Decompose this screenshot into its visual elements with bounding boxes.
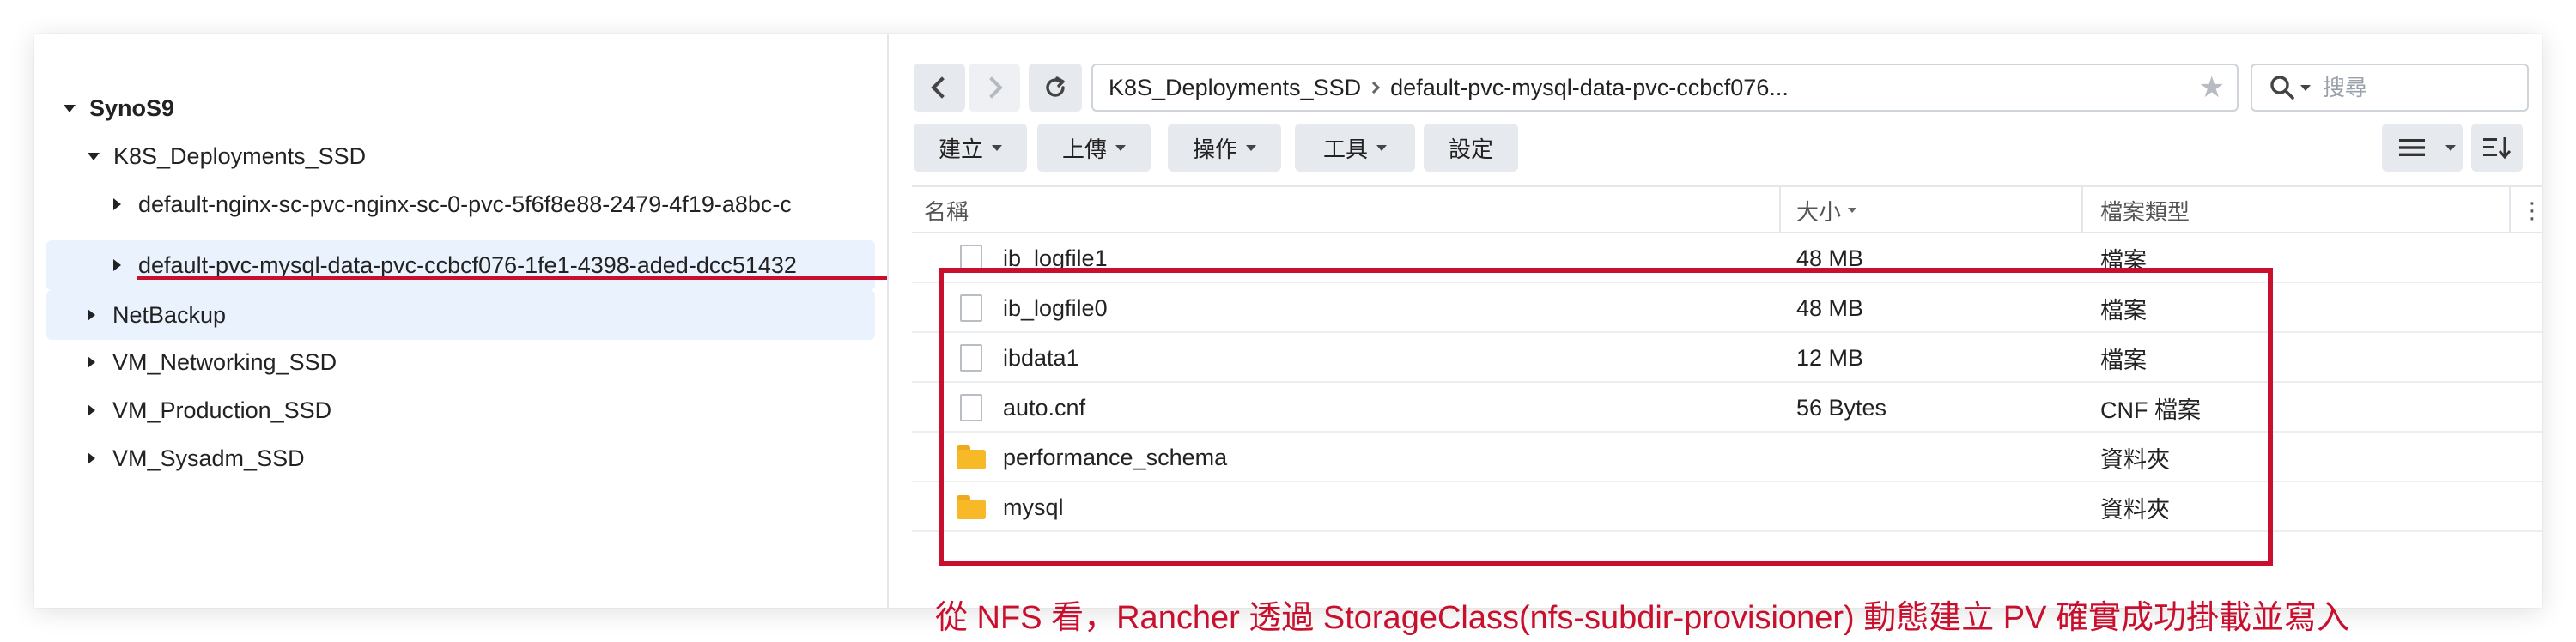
search-input[interactable] bbox=[2323, 74, 2512, 101]
sort-desc-icon bbox=[1848, 208, 1857, 213]
caret-right-icon[interactable] bbox=[88, 356, 95, 368]
tree-item-netbackup[interactable]: NetBackup bbox=[46, 290, 875, 340]
column-header-type[interactable]: 檔案類型 bbox=[2100, 187, 2478, 233]
view-dropdown-icon[interactable] bbox=[2445, 144, 2456, 151]
column-divider[interactable] bbox=[2509, 187, 2511, 233]
chevron-left-icon bbox=[931, 76, 953, 99]
back-button[interactable] bbox=[914, 64, 965, 112]
caret-right-icon[interactable] bbox=[88, 404, 95, 416]
tree-item-label: VM_Sysadm_SSD bbox=[112, 445, 305, 471]
column-header-name-label: 名稱 bbox=[924, 198, 969, 225]
settings-button-label: 設定 bbox=[1448, 136, 1493, 162]
settings-button[interactable]: 設定 bbox=[1424, 124, 1518, 172]
highlight-box bbox=[939, 268, 2273, 566]
tree-item-vm-networking[interactable]: VM_Networking_SSD bbox=[88, 338, 871, 386]
list-view-button[interactable] bbox=[2382, 124, 2463, 172]
search-box[interactable] bbox=[2251, 64, 2529, 112]
column-options-button[interactable]: ⋮ bbox=[2521, 187, 2543, 233]
chevron-right-icon bbox=[981, 76, 1003, 99]
caret-right-icon[interactable] bbox=[113, 259, 121, 271]
column-header-size[interactable]: 大小 bbox=[1796, 187, 2071, 233]
sort-icon bbox=[2483, 137, 2511, 160]
caret-right-icon[interactable] bbox=[88, 452, 95, 464]
tree-item-mysql-pvc[interactable]: default-pvc-mysql-data-pvc-ccbcf076-1fe1… bbox=[46, 240, 875, 290]
create-button[interactable]: 建立 bbox=[914, 124, 1027, 172]
action-button-label: 操作 bbox=[1192, 136, 1237, 162]
list-header: 名稱 大小 檔案類型 ⋮ bbox=[912, 185, 2543, 233]
dropdown-arrow-icon bbox=[1115, 144, 1126, 151]
create-button-label: 建立 bbox=[938, 136, 983, 162]
column-header-name[interactable]: 名稱 bbox=[924, 187, 1783, 233]
pane-divider[interactable] bbox=[887, 34, 889, 608]
tree-item-vm-sysadm[interactable]: VM_Sysadm_SSD bbox=[88, 434, 871, 482]
tree-item-nginx-pvc[interactable]: default-nginx-sc-pvc-nginx-sc-0-pvc-5f6f… bbox=[113, 180, 887, 228]
caret-down-icon[interactable] bbox=[64, 104, 76, 112]
breadcrumb-segment[interactable]: default-pvc-mysql-data-pvc-ccbcf076... bbox=[1390, 75, 1789, 101]
search-dropdown-icon[interactable] bbox=[2300, 84, 2311, 91]
caret-right-icon[interactable] bbox=[88, 309, 95, 321]
dropdown-arrow-icon bbox=[1246, 144, 1256, 151]
tree-root-synos9[interactable]: SynoS9 bbox=[64, 84, 871, 132]
star-icon[interactable]: ★ bbox=[2199, 72, 2225, 103]
sort-button[interactable] bbox=[2471, 124, 2523, 172]
selected-item-underline bbox=[137, 276, 887, 280]
path-bar[interactable]: K8S_Deployments_SSD default-pvc-mysql-da… bbox=[1091, 64, 2239, 112]
action-button[interactable]: 操作 bbox=[1168, 124, 1281, 172]
tree-item-label: VM_Networking_SSD bbox=[112, 348, 337, 375]
tree-item-label: K8S_Deployments_SSD bbox=[113, 142, 367, 169]
tree-item-label: NetBackup bbox=[112, 301, 227, 328]
tree-item-label: default-nginx-sc-pvc-nginx-sc-0-pvc-5f6f… bbox=[138, 191, 792, 217]
tree-item-vm-production[interactable]: VM_Production_SSD bbox=[88, 386, 871, 434]
column-divider[interactable] bbox=[1779, 187, 1781, 233]
file-station-window: SynoS9 K8S_Deployments_SSD default-nginx… bbox=[34, 34, 2543, 636]
column-header-size-label: 大小 bbox=[1796, 198, 1842, 225]
breadcrumb-separator-icon bbox=[1368, 81, 1381, 94]
folder-tree: SynoS9 K8S_Deployments_SSD default-nginx… bbox=[34, 34, 887, 608]
tree-item-label: VM_Production_SSD bbox=[112, 397, 332, 423]
column-header-type-label: 檔案類型 bbox=[2100, 198, 2190, 225]
tools-button-label: 工具 bbox=[1322, 136, 1368, 162]
dropdown-arrow-icon bbox=[992, 144, 1002, 151]
upload-button[interactable]: 上傳 bbox=[1037, 124, 1151, 172]
dropdown-arrow-icon bbox=[1376, 144, 1387, 151]
tools-button[interactable]: 工具 bbox=[1295, 124, 1415, 172]
caret-right-icon[interactable] bbox=[113, 198, 121, 210]
annotation-text: 從 NFS 看，Rancher 透過 StorageClass(nfs-subd… bbox=[935, 600, 2350, 636]
list-view-icon bbox=[2399, 139, 2425, 156]
tree-item-k8s-deployments[interactable]: K8S_Deployments_SSD bbox=[88, 132, 871, 180]
search-icon bbox=[2270, 76, 2294, 100]
forward-button[interactable] bbox=[969, 64, 1020, 112]
column-divider[interactable] bbox=[2081, 187, 2083, 233]
refresh-icon bbox=[1046, 76, 1065, 97]
caret-down-icon[interactable] bbox=[88, 152, 100, 160]
refresh-button[interactable] bbox=[1029, 64, 1082, 112]
tree-root-label: SynoS9 bbox=[89, 94, 175, 121]
upload-button-label: 上傳 bbox=[1061, 136, 1107, 162]
tree-item-label: default-pvc-mysql-data-pvc-ccbcf076-1fe1… bbox=[138, 251, 797, 278]
breadcrumb-segment[interactable]: K8S_Deployments_SSD bbox=[1109, 75, 1361, 101]
